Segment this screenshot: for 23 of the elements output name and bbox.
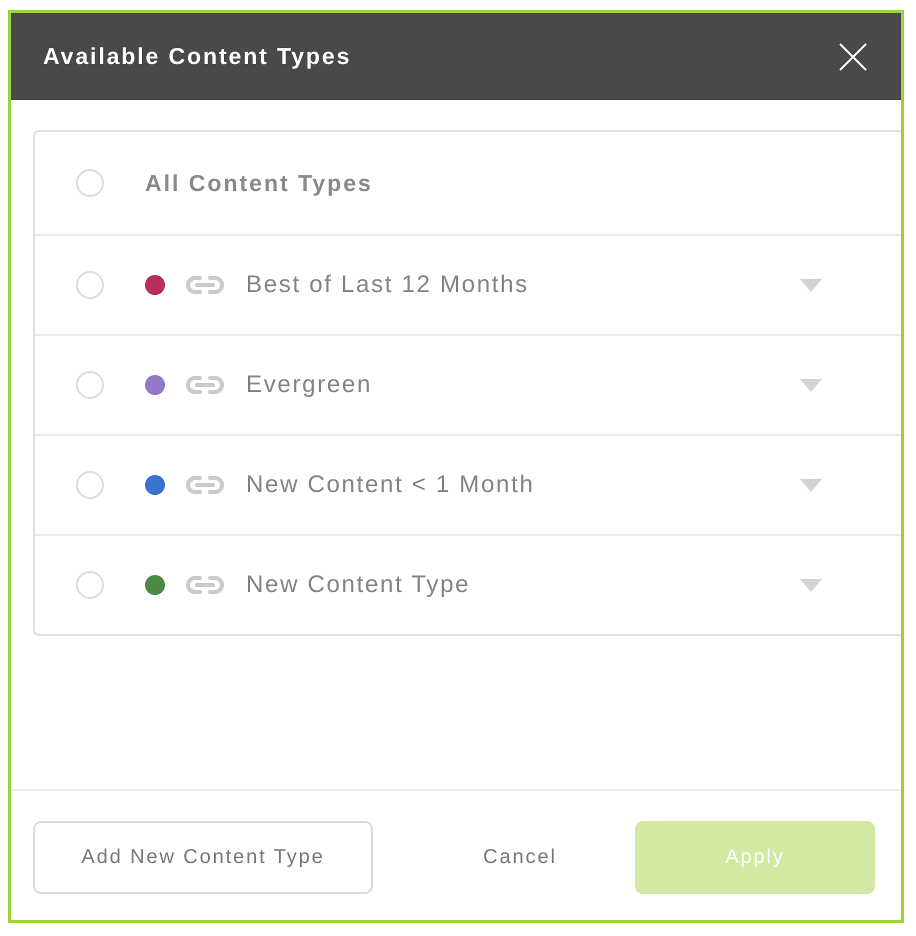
link-icon: [185, 475, 225, 495]
content-type-label: Best of Last 12 Months: [246, 271, 530, 299]
radio-button[interactable]: [76, 371, 104, 399]
radio-button[interactable]: [76, 271, 104, 299]
caret-down-icon[interactable]: [800, 378, 822, 392]
cancel-button[interactable]: Cancel: [423, 821, 617, 894]
close-icon: [839, 42, 867, 70]
link-icon: [185, 275, 225, 295]
dialog-title: Available Content Types: [43, 43, 352, 70]
radio-button[interactable]: [76, 571, 104, 599]
radio-button[interactable]: [76, 471, 104, 499]
content-type-label: New Content Type: [246, 571, 472, 599]
content-type-label: Evergreen: [246, 371, 374, 399]
caret-down-icon[interactable]: [800, 278, 822, 292]
radio-button[interactable]: [76, 169, 104, 197]
caret-down-icon[interactable]: [800, 578, 822, 592]
close-button[interactable]: [839, 42, 867, 70]
add-content-type-button[interactable]: Add New Content Type: [33, 821, 373, 894]
link-icon: [185, 375, 225, 395]
content-type-label: New Content < 1 Month: [246, 471, 536, 499]
caret-down-icon[interactable]: [800, 478, 822, 492]
link-icon: [185, 575, 225, 595]
list-header-label: All Content Types: [145, 170, 373, 196]
